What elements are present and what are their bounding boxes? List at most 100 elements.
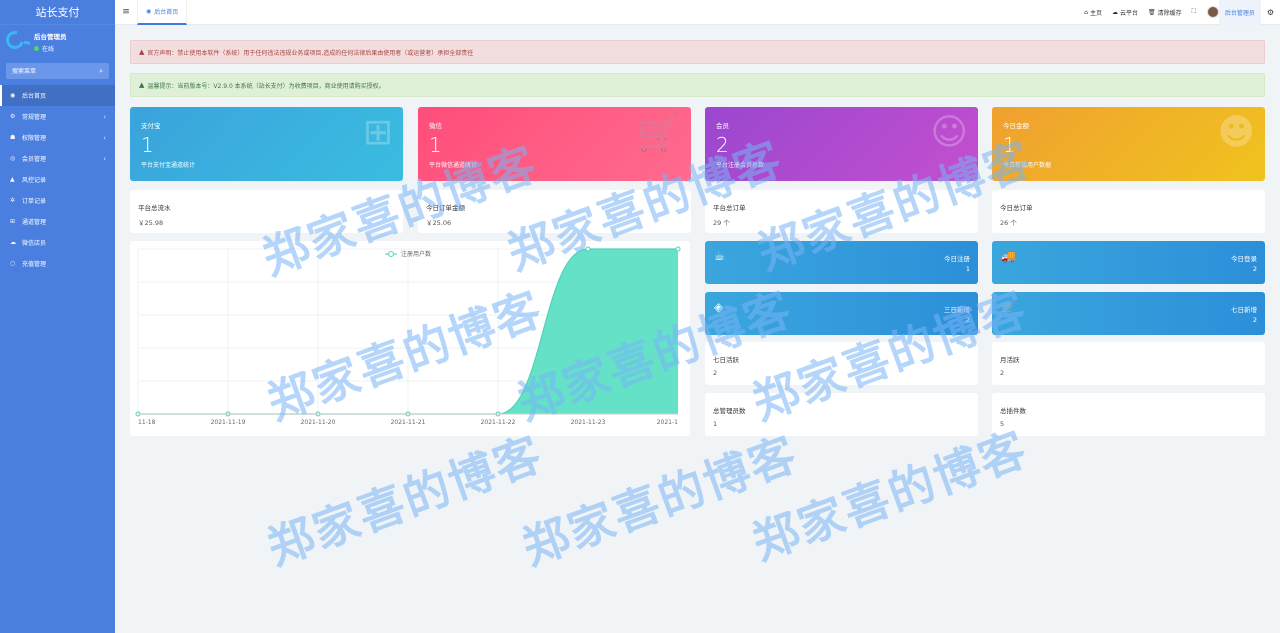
- plain-card-3: 总插件数 5: [992, 393, 1265, 436]
- mini-value: 1: [965, 265, 970, 273]
- home-icon: ⌂: [1084, 8, 1088, 16]
- sidebar-item-4[interactable]: ▲ 风控记录: [0, 169, 115, 190]
- data-point: [585, 246, 591, 252]
- coffee-icon: ☕: [714, 249, 725, 263]
- sidebar: 站长支付 后台管理员 在线 ⌕ ◉ 后台首页 ⚙ 常规管理 ‹☗ 权限管理 ‹◎…: [0, 0, 115, 633]
- x-tick-label: 2021-11-20: [301, 419, 336, 426]
- chevron-left-icon: ‹: [103, 112, 106, 121]
- stat-desc: 平台支付宝通道统计: [141, 162, 196, 169]
- sidebar-item-label: 后台首页: [22, 93, 47, 100]
- topbar-link-1[interactable]: ☁ 云平台: [1107, 8, 1143, 17]
- x-tick-label: 11-18: [138, 419, 156, 426]
- info-value: 29 个: [713, 219, 730, 227]
- sidebar-item-label: 权限管理: [22, 135, 47, 142]
- search-icon[interactable]: ⌕: [99, 67, 103, 76]
- topbar-link-0[interactable]: ⌂ 主页: [1079, 8, 1107, 17]
- mini-value: 2: [1252, 265, 1257, 273]
- topbar-link-label: 主页: [1089, 9, 1102, 17]
- alert-danger-text: 官方声明：禁止使用本软件（系统）用于任何违法违规业务或项目,造成的任何法律后果由…: [147, 49, 474, 57]
- sidebar-search: ⌕: [6, 63, 109, 79]
- legend-label: 注册用户数: [401, 250, 431, 258]
- dashboard-icon: ◉: [10, 92, 16, 99]
- sidebar-item-label: 会员管理: [22, 156, 47, 163]
- x-tick-label: 2021-1: [657, 419, 678, 426]
- stat-card-1: 微信 1 平台微信通道统计 🛒: [418, 107, 691, 181]
- x-tick-label: 2021-11-19: [211, 419, 246, 426]
- info-title: 月活跃: [1000, 356, 1020, 364]
- info-card-0: 平台总流水 ￥25.98: [130, 190, 403, 233]
- sidebar-item-label: 订单记录: [22, 198, 47, 205]
- sidebar-item-8[interactable]: ○ 充值管理: [0, 253, 115, 274]
- topbar-link-3[interactable]: ⛶: [1187, 8, 1201, 16]
- stat-title: 支付宝: [141, 122, 161, 130]
- gear-icon: ✲: [10, 197, 16, 204]
- stat-card-2: 会员 2 平台注册会员总数 ☺: [705, 107, 978, 181]
- sidebar-item-3[interactable]: ◎ 会员管理 ‹: [0, 148, 115, 169]
- info-value: 1: [713, 420, 718, 428]
- plain-card-2: 总管理员数 1: [705, 393, 978, 436]
- online-dot-icon: [34, 46, 39, 51]
- mini-card-1: 🚚 今日登录 2: [992, 241, 1265, 284]
- info-card-2: 平台总订单 29 个: [705, 190, 978, 233]
- sidebar-item-5[interactable]: ✲ 订单记录: [0, 190, 115, 211]
- x-tick-label: 2021-11-23: [571, 419, 606, 426]
- cloud-icon: ☁: [1111, 8, 1118, 16]
- sidebar-item-6[interactable]: ⊞ 通道管理: [0, 211, 115, 232]
- chevron-left-icon: ‹: [103, 133, 106, 142]
- cube-icon: ◈: [714, 300, 724, 314]
- topbar-right: ⌂ 主页 ☁ 云平台 🗑 清除缓存 ⛶ 后台管理员 ⚙: [1079, 0, 1280, 25]
- admin-menu[interactable]: 后台管理员: [1218, 0, 1261, 25]
- info-value: ￥25.06: [426, 219, 452, 227]
- user-circle-icon: ◎: [10, 155, 16, 162]
- registration-chart: 11-18 2021-11-19 2021-11-20 2021-11-21 2021-…: [135, 246, 681, 426]
- mini-title: 三日新增: [944, 306, 970, 314]
- plain-card-1: 月活跃 2: [992, 342, 1265, 385]
- stat-desc: 今日新增用户数据: [1003, 162, 1052, 169]
- sidebar-item-label: 常规管理: [22, 114, 47, 121]
- user-name: 后台管理员: [34, 33, 67, 41]
- truck-icon: 🚚: [1001, 249, 1016, 263]
- sidebar-item-label: 充值管理: [22, 261, 47, 268]
- info-card-3: 今日总订单 26 个: [992, 190, 1265, 233]
- stat-desc: 平台注册会员总数: [716, 162, 765, 169]
- info-title: 今日订单金额: [426, 204, 465, 212]
- mini-value: 2: [1252, 316, 1257, 324]
- stat-card-3: 今日金额 1 今日新增用户数据 ☻: [992, 107, 1265, 181]
- stat-value: 1: [141, 133, 154, 157]
- warning-icon: ▲: [139, 81, 145, 89]
- mini-title: 七日新增: [1231, 306, 1257, 314]
- topbar-link-2[interactable]: 🗑 清除缓存: [1143, 8, 1187, 17]
- sidebar-item-2[interactable]: ☗ 权限管理 ‹: [0, 127, 115, 148]
- alert-success: ▲ 温馨提示：当前版本号：V2.9.0 本系统（站长支付）为收费项目，商业使用请…: [130, 73, 1265, 97]
- data-point: [675, 246, 681, 252]
- sidebar-item-1[interactable]: ⚙ 常规管理 ‹: [0, 106, 115, 127]
- app-logo[interactable]: 站长支付: [0, 0, 115, 25]
- info-title: 总插件数: [1000, 407, 1026, 415]
- chart-panel: 11-18 2021-11-19 2021-11-20 2021-11-21 2021-…: [130, 241, 690, 436]
- fullscreen-icon: ⛶: [1191, 8, 1196, 15]
- user-panel: 后台管理员 在线: [0, 25, 115, 60]
- cart-plus-icon: 🛒: [1001, 300, 1016, 314]
- stat-value: 2: [716, 133, 729, 157]
- sidebar-item-7[interactable]: ☁ 微信店员: [0, 232, 115, 253]
- settings-icon[interactable]: ⚙: [1261, 8, 1280, 17]
- cogs-icon: ⚙: [10, 113, 16, 120]
- user-icon: ☻: [1217, 112, 1255, 153]
- tab-dashboard[interactable]: ◉ 后台首页: [137, 0, 188, 25]
- menu-toggle-icon[interactable]: ≡: [115, 7, 137, 17]
- search-input[interactable]: [12, 67, 92, 75]
- info-value: 5: [1000, 420, 1005, 428]
- warning-icon: ▲: [10, 176, 15, 183]
- avatar: [2, 27, 28, 53]
- avatar[interactable]: [1206, 6, 1219, 18]
- mini-card-0: ☕ 今日注册 1: [705, 241, 978, 284]
- watermark-text: 郑家喜的博客: [515, 426, 805, 576]
- sitemap-icon: ⊞: [362, 112, 393, 153]
- mini-card-3: 🛒 七日新增 2: [992, 292, 1265, 335]
- alert-success-text: 温馨提示：当前版本号：V2.9.0 本系统（站长支付）为收费项目，商业使用请购买…: [147, 82, 385, 90]
- watermark-text: 郑家喜的博客: [260, 426, 550, 576]
- user-status-label: 在线: [42, 46, 55, 53]
- sidebar-item-0[interactable]: ◉ 后台首页: [0, 85, 115, 106]
- user-icon: ☺: [930, 112, 968, 153]
- info-title: 七日活跃: [713, 356, 739, 364]
